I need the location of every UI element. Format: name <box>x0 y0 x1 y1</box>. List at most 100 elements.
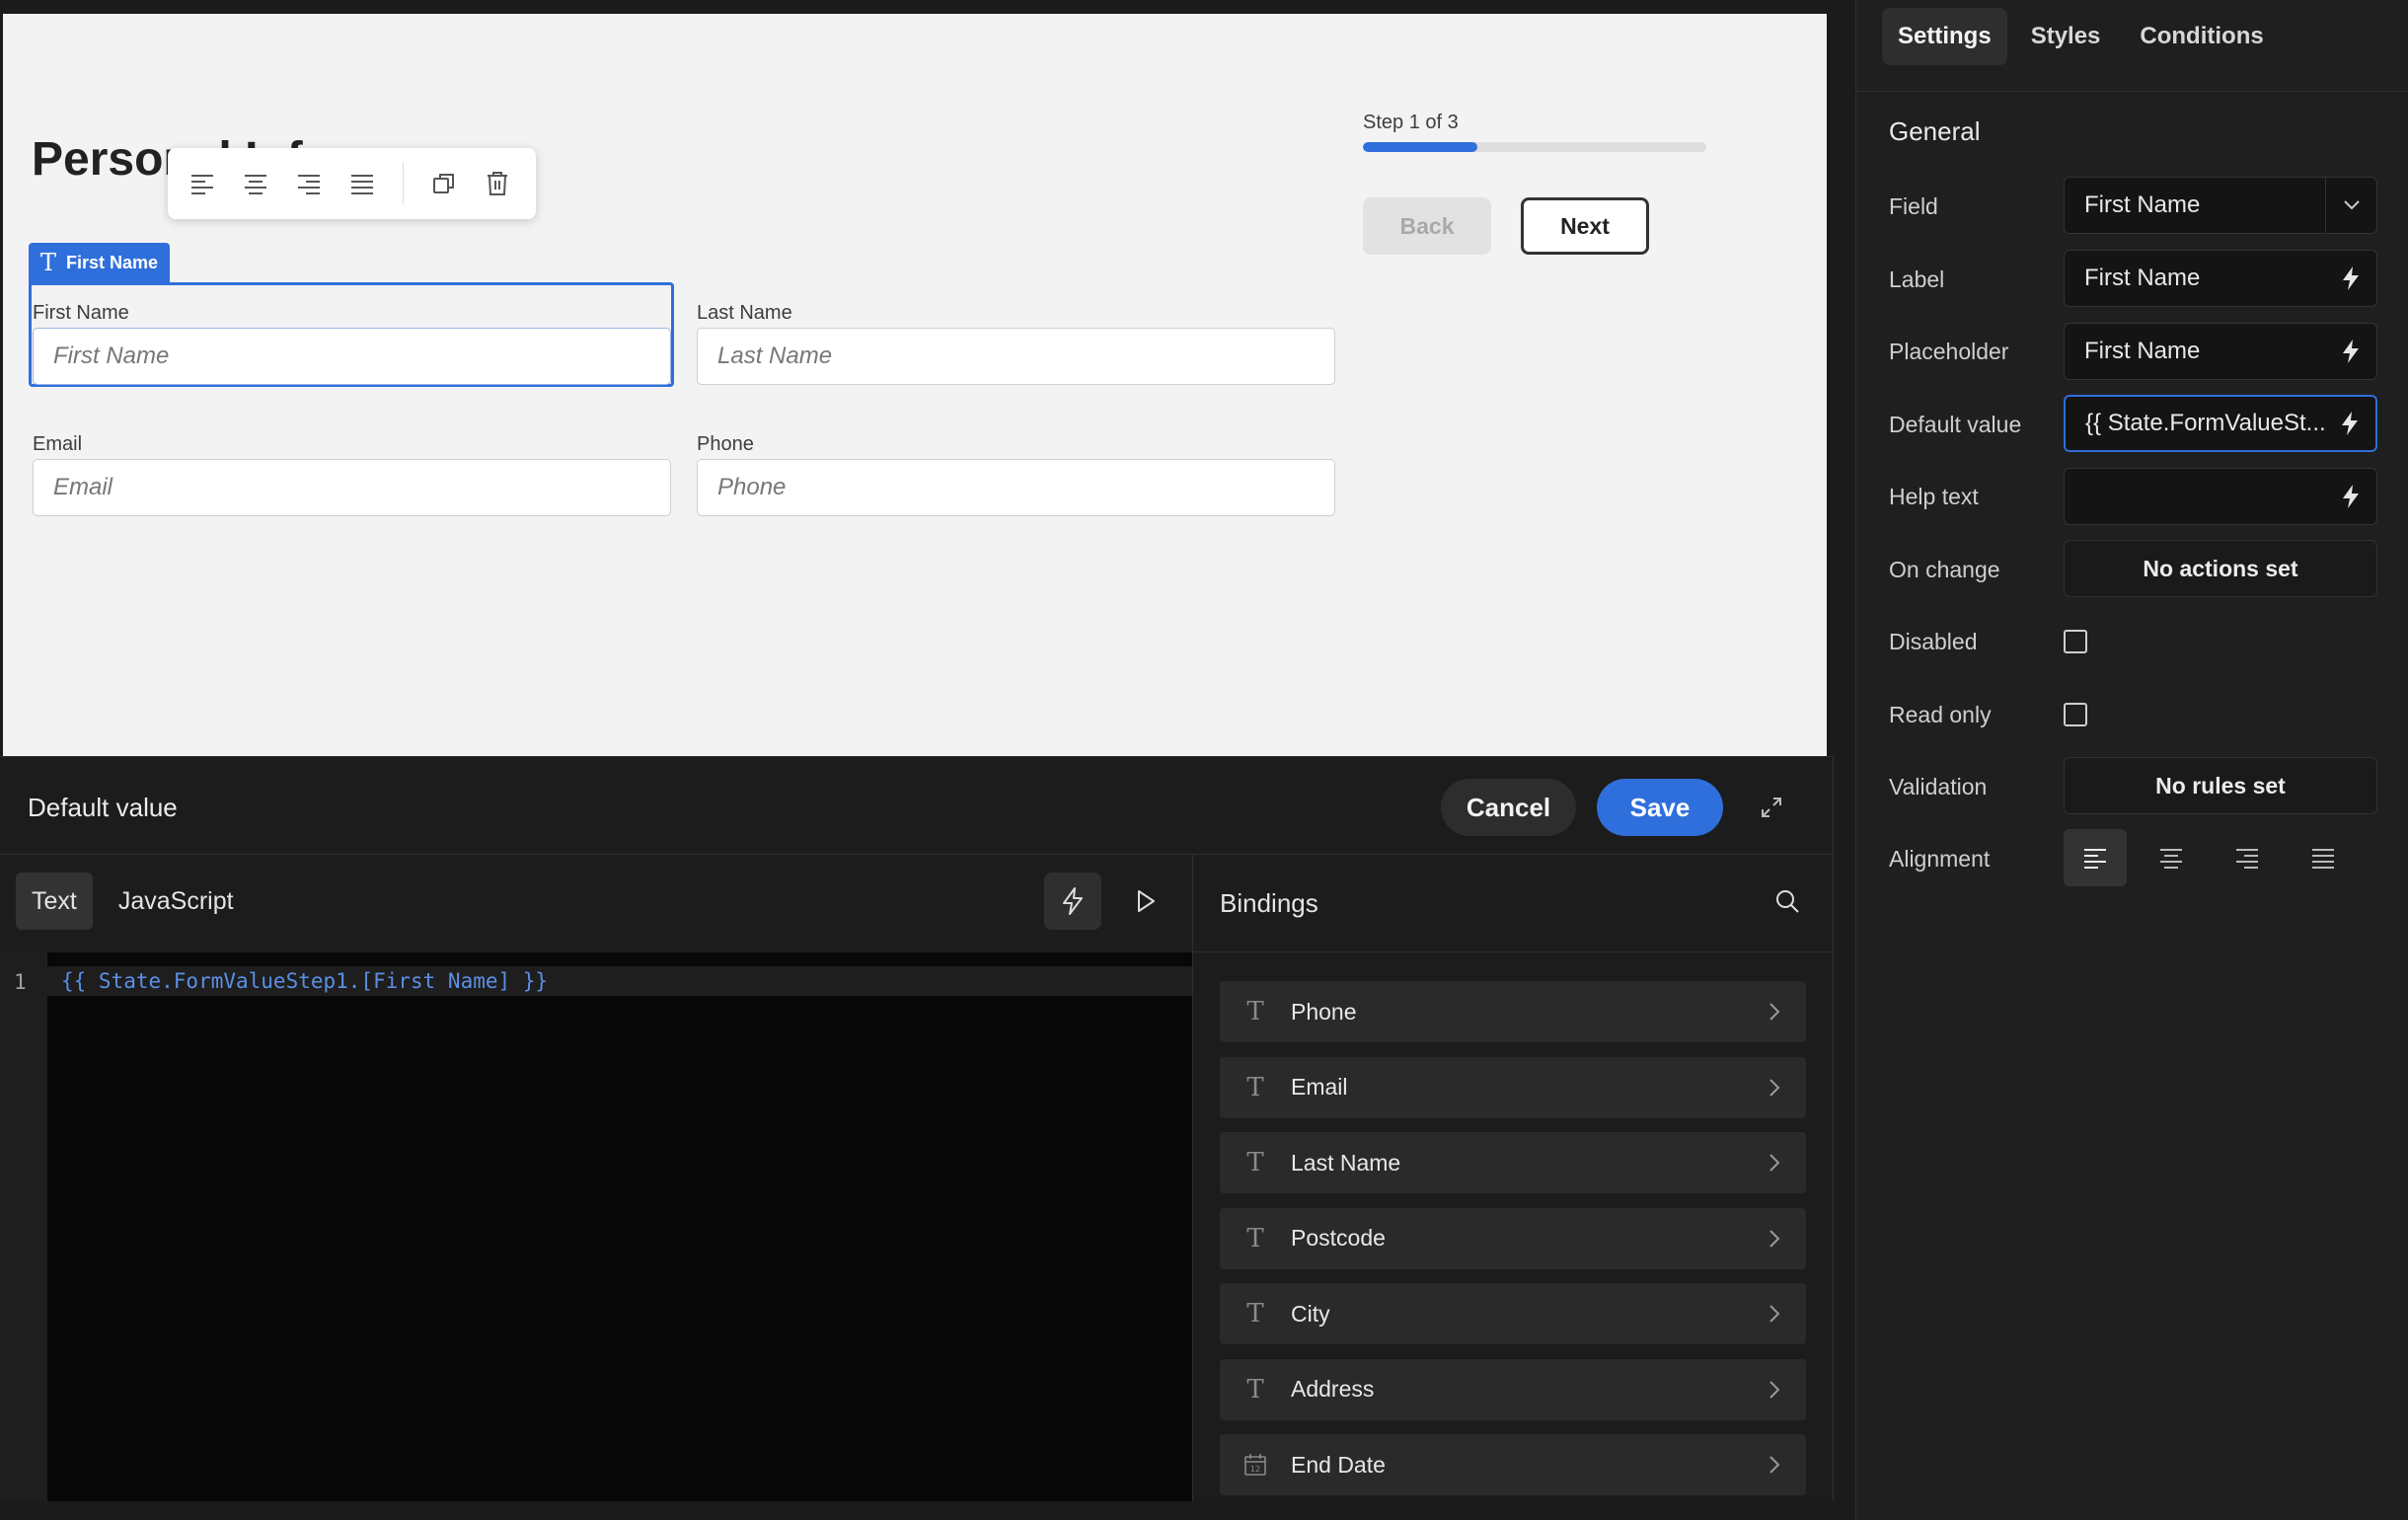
bindings-pane: Bindings T Phone T Email T Last Name T P… <box>1194 855 1834 1501</box>
read-only-checkbox[interactable] <box>2064 703 2087 726</box>
bolt-icon[interactable] <box>1044 873 1101 930</box>
tab-text[interactable]: Text <box>16 873 93 930</box>
label-field[interactable]: First Name <box>2064 250 2377 307</box>
read-only-label: Read only <box>1889 702 1992 727</box>
save-button[interactable]: Save <box>1597 779 1723 836</box>
toolbar-divider <box>403 163 404 204</box>
binding-label: Email <box>1291 1074 1348 1100</box>
next-button[interactable]: Next <box>1521 197 1649 255</box>
field-label: Field <box>1889 193 1938 219</box>
label-label: Label <box>1889 266 1945 292</box>
expand-icon[interactable] <box>1757 793 1786 822</box>
binding-label: City <box>1291 1300 1330 1327</box>
search-icon[interactable] <box>1774 888 1804 918</box>
line-gutter <box>0 952 47 1501</box>
label-field-value: First Name <box>2084 265 2201 291</box>
align-right-icon[interactable] <box>2216 829 2279 886</box>
binding-item-phone[interactable]: T Phone <box>1220 981 1806 1042</box>
binding-label: Address <box>1291 1376 1375 1402</box>
align-left-icon[interactable] <box>2064 829 2127 886</box>
trash-icon[interactable] <box>481 167 514 200</box>
align-center-icon[interactable] <box>2140 829 2203 886</box>
align-left-icon[interactable] <box>186 167 219 200</box>
text-type-icon: T <box>1246 997 1264 1026</box>
editor-title: Default value <box>28 793 178 822</box>
binding-label: Last Name <box>1291 1149 1401 1176</box>
on-change-button[interactable]: No actions set <box>2064 540 2377 597</box>
text-type-icon: T <box>1246 1299 1264 1329</box>
chevron-right-icon <box>1765 1455 1784 1475</box>
code-editor[interactable]: 1 {{ State.FormValueStep1.[First Name] }… <box>0 952 1192 1501</box>
code-line[interactable]: {{ State.FormValueStep1.[First Name] }} <box>47 966 1192 996</box>
binding-item-last-name[interactable]: T Last Name <box>1220 1132 1806 1193</box>
tab-settings[interactable]: Settings <box>1882 8 2007 65</box>
selected-element-badge[interactable]: T First Name <box>29 243 171 282</box>
help-text-field[interactable] <box>2064 468 2377 525</box>
alignment-group <box>2064 829 2355 886</box>
binding-item-end-date[interactable]: 12 End Date <box>1220 1434 1806 1495</box>
on-change-label: On change <box>1889 557 2000 582</box>
binding-item-address[interactable]: T Address <box>1220 1358 1806 1420</box>
bolt-icon[interactable] <box>2324 397 2375 450</box>
selected-element-name: First Name <box>66 252 159 272</box>
tab-conditions[interactable]: Conditions <box>2124 8 2279 65</box>
binding-item-city[interactable]: T City <box>1220 1283 1806 1344</box>
bolt-icon[interactable] <box>2325 469 2376 524</box>
binding-label: End Date <box>1291 1451 1386 1478</box>
section-title: General <box>1889 116 1981 146</box>
back-button[interactable]: Back <box>1363 197 1491 255</box>
chevron-right-icon <box>1765 1304 1784 1324</box>
binding-label: Postcode <box>1291 1225 1386 1251</box>
code-mode-tabs: Text JavaScript <box>16 873 250 930</box>
alignment-label: Alignment <box>1889 846 1991 872</box>
chevron-down-icon <box>2325 178 2376 233</box>
default-value-editor: Default value Cancel Save Text JavaScrip… <box>0 756 1834 1501</box>
field-select-value: First Name <box>2084 191 2201 218</box>
text-type-icon: T <box>1246 1148 1264 1178</box>
disabled-checkbox[interactable] <box>2064 630 2087 653</box>
help-text-label: Help text <box>1889 484 1979 509</box>
phone-label: Phone <box>697 433 754 455</box>
phone-input[interactable]: Phone <box>697 459 1335 516</box>
chevron-right-icon <box>1765 1002 1784 1022</box>
align-center-icon[interactable] <box>239 167 272 200</box>
calendar-icon: 12 <box>1242 1453 1269 1477</box>
align-justify-icon[interactable] <box>2292 829 2355 886</box>
bindings-divider <box>1194 951 1834 952</box>
line-number: 1 <box>14 970 27 994</box>
chevron-right-icon <box>1765 1153 1784 1173</box>
step-progress-bar <box>1363 142 1706 152</box>
text-type-icon: T <box>1246 1223 1264 1254</box>
default-value-label: Default value <box>1889 412 2022 437</box>
binding-label: Phone <box>1291 998 1357 1025</box>
align-justify-icon[interactable] <box>345 167 379 200</box>
bolt-icon[interactable] <box>2325 324 2376 379</box>
default-value-field[interactable]: {{ State.FormValueSt... <box>2064 395 2377 452</box>
element-toolbar <box>168 148 536 219</box>
email-input[interactable]: Email <box>33 459 671 516</box>
cancel-button[interactable]: Cancel <box>1441 779 1576 836</box>
play-icon[interactable] <box>1123 873 1168 930</box>
text-type-icon: T <box>40 249 57 276</box>
binding-item-email[interactable]: T Email <box>1220 1056 1806 1118</box>
panel-divider <box>1856 91 2408 92</box>
last-name-label: Last Name <box>697 302 792 324</box>
placeholder-field-value: First Name <box>2084 338 2201 364</box>
tab-javascript[interactable]: JavaScript <box>103 873 250 930</box>
tab-styles[interactable]: Styles <box>2015 8 2117 65</box>
bolt-icon[interactable] <box>2325 251 2376 306</box>
chevron-right-icon <box>1765 1078 1784 1098</box>
align-right-icon[interactable] <box>292 167 326 200</box>
validation-button[interactable]: No rules set <box>2064 757 2377 814</box>
chevron-right-icon <box>1765 1229 1784 1249</box>
bindings-list: T Phone T Email T Last Name T Postcode T <box>1220 981 1806 1510</box>
duplicate-icon[interactable] <box>427 167 461 200</box>
step-indicator: Step 1 of 3 <box>1363 112 1459 133</box>
field-select[interactable]: First Name <box>2064 177 2377 234</box>
placeholder-field[interactable]: First Name <box>2064 323 2377 380</box>
last-name-input[interactable]: Last Name <box>697 328 1335 385</box>
validation-label: Validation <box>1889 774 1988 799</box>
first-name-input[interactable]: First Name <box>33 328 671 385</box>
placeholder-label: Placeholder <box>1889 339 2009 364</box>
binding-item-postcode[interactable]: T Postcode <box>1220 1207 1806 1269</box>
